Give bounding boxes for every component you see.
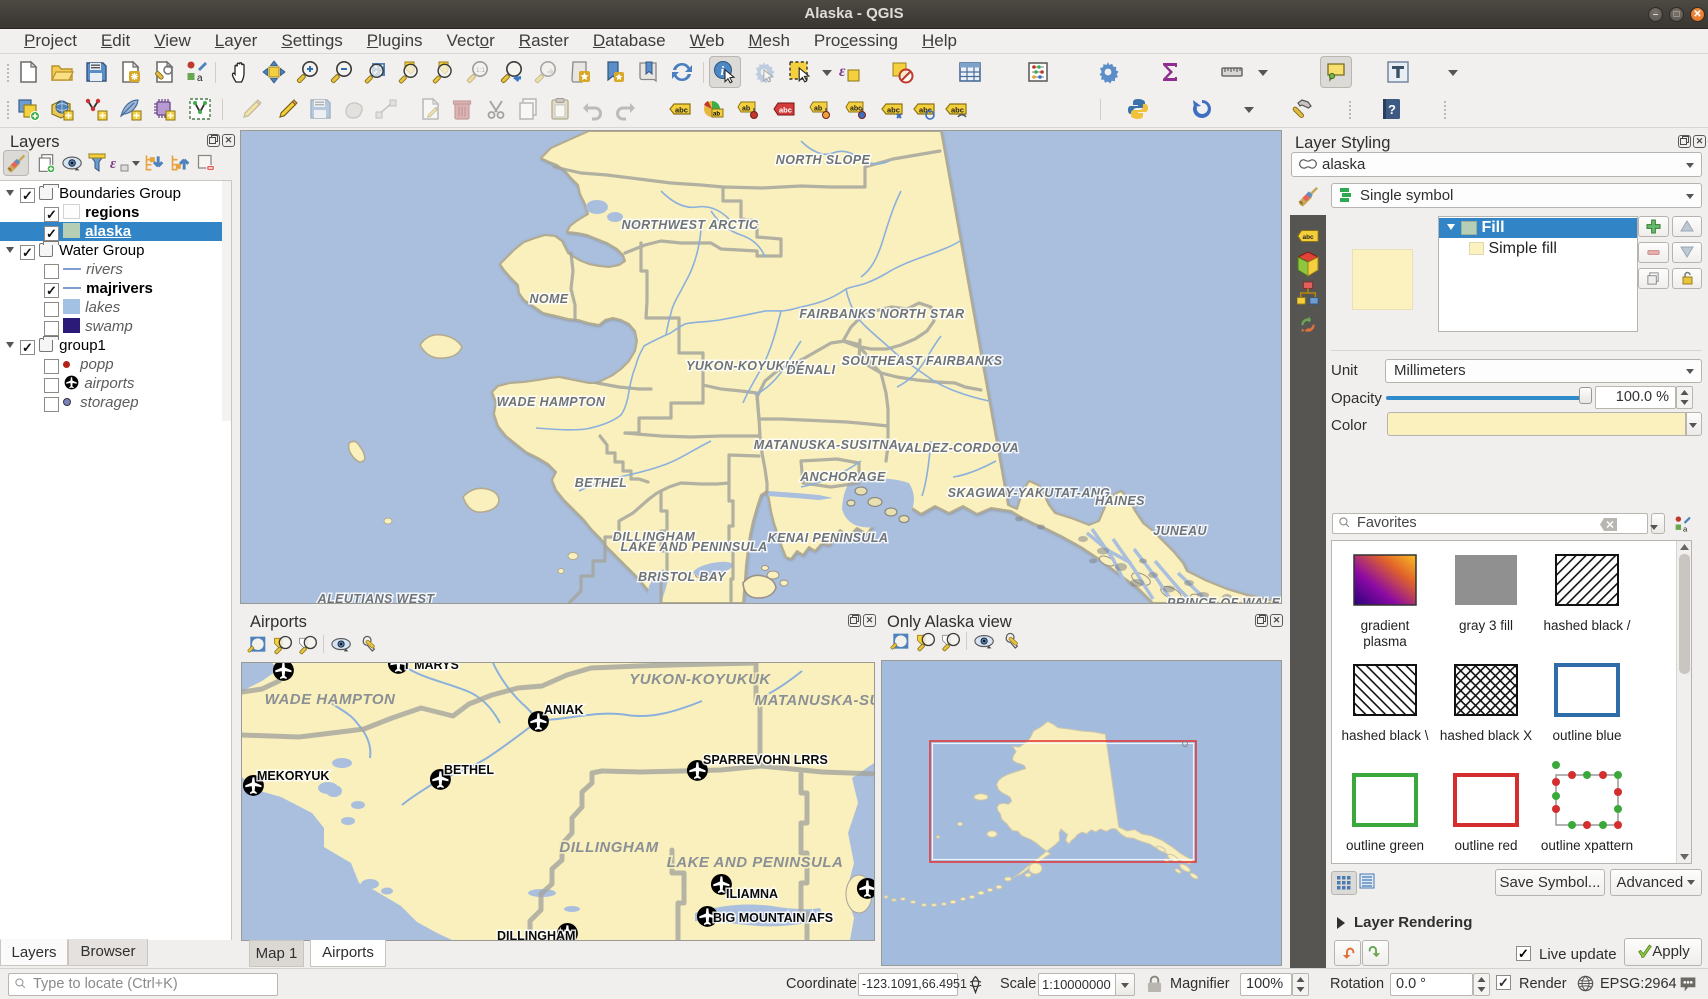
svg-text:a: a [197,73,203,84]
svg-text:DILLINGHAM: DILLINGHAM [559,839,658,856]
svg-text:hashed black /: hashed black / [1543,618,1630,633]
svg-text:NOME: NOME [529,292,568,306]
svg-text:abc: abc [779,106,792,115]
svg-text:outline blue: outline blue [1552,728,1621,743]
svg-text:hashed black \: hashed black \ [1341,728,1428,743]
svg-text:outline xpattern: outline xpattern [1541,838,1633,853]
svg-text:ε: ε [839,63,846,80]
svg-text:VALDEZ-CORDOVA: VALDEZ-CORDOVA [897,441,1019,455]
svg-text:DILLINGHAM: DILLINGHAM [497,929,575,940]
svg-text:gradient: gradient [1361,618,1410,633]
svg-text:WADE HAMPTON: WADE HAMPTON [265,691,396,708]
svg-text:WADE HAMPTON: WADE HAMPTON [497,395,606,409]
svg-text:SKAGWAY-YAKUTAT-ANG: SKAGWAY-YAKUTAT-ANG [948,486,1111,500]
svg-text:ab: ab [814,106,822,113]
svg-text:MATANUSKA-SUSITNA: MATANUSKA-SUSITNA [754,438,899,452]
svg-text:gray 3 fill: gray 3 fill [1459,618,1513,633]
svg-text:YUKON-KOYUKUK: YUKON-KOYUKUK [629,671,771,688]
svg-text:DENALI: DENALI [787,363,836,377]
svg-text:T MARYS: T MARYS [403,663,459,672]
svg-text:NORTHWEST ARCTIC: NORTHWEST ARCTIC [622,218,760,232]
svg-text:ILIAMNA: ILIAMNA [726,887,778,901]
svg-text:KENAI PENINSULA: KENAI PENINSULA [768,531,889,545]
svg-text:outline red: outline red [1454,838,1517,853]
svg-text:ab: ab [742,106,750,113]
svg-text:NORTH SLOPE: NORTH SLOPE [776,153,871,167]
svg-text:hashed black X: hashed black X [1440,728,1532,743]
svg-text:outline green: outline green [1346,838,1424,853]
svg-text:SPARREVOHN LRRS: SPARREVOHN LRRS [703,753,828,767]
svg-text:SOUTHEAST FAIRBANKS: SOUTHEAST FAIRBANKS [841,354,1002,368]
svg-text:BETHEL: BETHEL [575,476,627,490]
svg-text:MATANUSKA-SUS: MATANUSKA-SUS [755,692,874,709]
svg-text:JUNEAU: JUNEAU [1153,524,1207,538]
svg-text:i: i [721,63,725,78]
svg-text:MEKORYUK: MEKORYUK [257,769,329,783]
svg-text:BRISTOL BAY: BRISTOL BAY [638,570,727,584]
svg-text:a: a [1683,524,1688,533]
svg-text:PRINCE OF WALES: PRINCE OF WALES [1167,596,1281,603]
svg-text:ANCHORAGE: ANCHORAGE [799,470,886,484]
svg-text:HAINES: HAINES [1095,494,1145,508]
svg-text:ab: ab [713,112,720,118]
svg-text:plasma: plasma [1363,634,1407,649]
svg-text:ε: ε [110,156,117,172]
svg-text:BIG MOUNTAIN AFS: BIG MOUNTAIN AFS [713,911,833,925]
svg-text:1:1: 1:1 [476,67,485,74]
svg-text:LAKE AND PENINSULA: LAKE AND PENINSULA [667,854,844,871]
svg-text:LAKE AND PENINSULA: LAKE AND PENINSULA [620,540,767,554]
svg-text:FAIRBANKS NORTH STAR: FAIRBANKS NORTH STAR [799,307,964,321]
svg-text:ANIAK: ANIAK [544,703,584,717]
svg-text:BETHEL: BETHEL [444,763,494,777]
svg-text:ALEUTIANS WEST: ALEUTIANS WEST [317,592,436,603]
svg-text:abc: abc [1303,234,1314,241]
